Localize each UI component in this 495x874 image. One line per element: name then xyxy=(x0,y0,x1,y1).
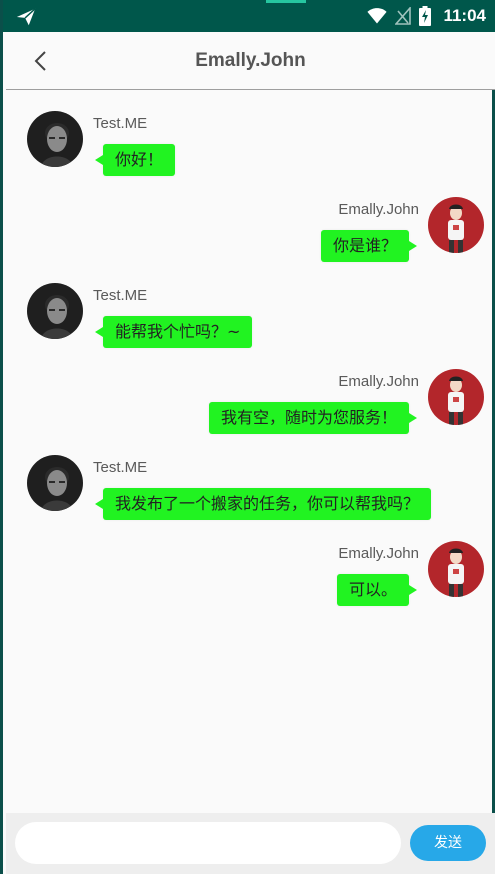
battery-charging-icon xyxy=(419,6,432,26)
message-bubble[interactable]: 你是谁？ xyxy=(320,230,418,262)
message-item: Emally.John 可以。 xyxy=(6,541,495,621)
message-item: Test.ME 我发布了一个搬家的任务，你可以帮我吗？ xyxy=(6,455,495,535)
message-item: Test.ME 能帮我个忙吗？~ xyxy=(6,283,495,363)
status-accent-line xyxy=(266,0,306,3)
message-item: Emally.John 你是谁？ xyxy=(6,197,495,277)
message-input[interactable] xyxy=(15,822,401,864)
person-photo-icon xyxy=(27,111,83,167)
status-icons: 11:04 xyxy=(367,0,486,32)
person-illustration-icon xyxy=(428,369,484,425)
status-time: 11:04 xyxy=(443,6,486,25)
message-bubble[interactable]: 我发布了一个搬家的任务，你可以帮我吗？ xyxy=(94,488,432,520)
person-photo-icon xyxy=(27,455,83,511)
message-bubble[interactable]: 能帮我个忙吗？~ xyxy=(94,316,253,348)
compose-bar: 发送 xyxy=(6,813,495,874)
sender-name: Emally.John xyxy=(338,545,419,562)
page-title: Emally.John xyxy=(195,50,306,71)
avatar-emally-john[interactable] xyxy=(428,541,484,597)
avatar-emally-john[interactable] xyxy=(428,197,484,253)
sender-name: Test.ME xyxy=(93,287,148,304)
message-bubble[interactable]: 可以。 xyxy=(336,574,418,606)
person-illustration-icon xyxy=(428,197,484,253)
sender-name: Emally.John xyxy=(338,373,419,390)
wifi-icon xyxy=(367,8,388,24)
avatar-test-me[interactable] xyxy=(27,111,83,167)
message-item: Test.ME 你好！ xyxy=(6,111,495,191)
app-screen: 11:04 Emally.John Test.ME 你好！ Emally.Joh… xyxy=(0,0,495,874)
sender-name: Emally.John xyxy=(338,201,419,218)
send-button[interactable]: 发送 xyxy=(410,825,486,861)
send-icon xyxy=(16,8,36,26)
avatar-test-me[interactable] xyxy=(27,455,83,511)
status-bar: 11:04 xyxy=(3,0,495,32)
avatar-emally-john[interactable] xyxy=(428,369,484,425)
chat-header: Emally.John xyxy=(6,32,495,90)
message-list: Test.ME 你好！ Emally.John 你是谁？ Test.ME 能帮我… xyxy=(6,91,495,813)
avatar-test-me[interactable] xyxy=(27,283,83,339)
message-bubble[interactable]: 我有空，随时为您服务！ xyxy=(208,402,418,434)
message-item: Emally.John 我有空，随时为您服务！ xyxy=(6,369,495,449)
person-photo-icon xyxy=(27,283,83,339)
message-bubble[interactable]: 你好！ xyxy=(94,144,176,176)
signal-off-icon xyxy=(395,7,412,25)
sender-name: Test.ME xyxy=(93,115,148,132)
sender-name: Test.ME xyxy=(93,459,148,476)
person-illustration-icon xyxy=(428,541,484,597)
